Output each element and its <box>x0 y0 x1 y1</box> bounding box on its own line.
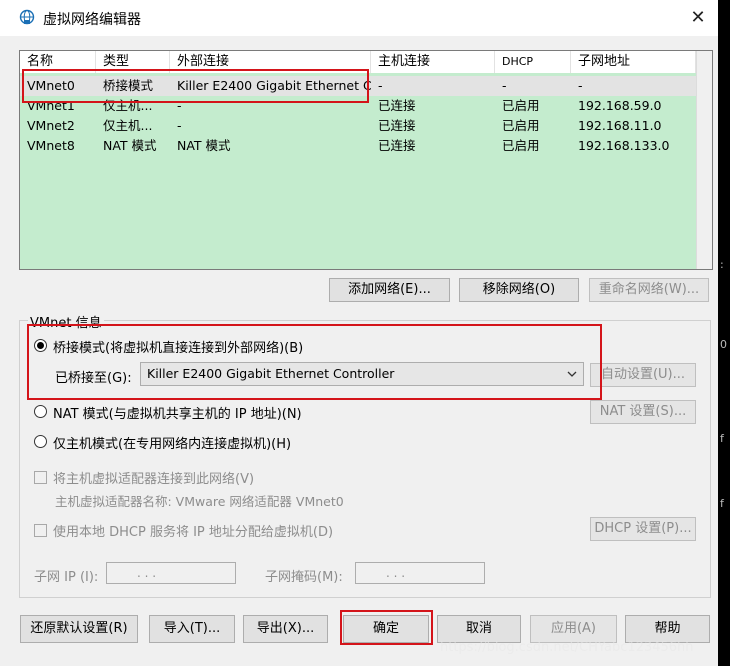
connect-adapter-label[interactable]: 将主机虚拟适配器连接到此网络(V) <box>53 468 254 487</box>
cell-host: 已连接 <box>378 138 416 153</box>
table-row[interactable]: VMnet8 NAT 模式 NAT 模式 已连接 已启用 192.168.133… <box>20 136 696 156</box>
dialog-window: 虚拟网络编辑器 ✕ 名称 类型 外部连接 主机连接 DHCP 子网地址 VMne… <box>0 0 718 666</box>
cell-type: NAT 模式 <box>103 138 157 153</box>
import-button[interactable]: 导入(T)... <box>149 615 235 643</box>
col-host[interactable]: 主机连接 <box>371 51 495 73</box>
cell-type: 仅主机... <box>103 118 153 133</box>
dhcp-settings-button[interactable]: DHCP 设置(P)... <box>590 517 696 541</box>
nat-radio[interactable] <box>34 405 47 418</box>
restore-defaults-button[interactable]: 还原默认设置(R) <box>20 615 138 643</box>
cell-name: VMnet2 <box>27 118 75 133</box>
window-title: 虚拟网络编辑器 <box>43 12 141 28</box>
network-globe-icon <box>19 9 35 25</box>
cell-dhcp: - <box>502 78 507 93</box>
cell-subnet: 192.168.11.0 <box>578 118 662 133</box>
cell-external: - <box>177 118 182 133</box>
col-dhcp[interactable]: DHCP <box>495 51 571 73</box>
subnet-mask-field[interactable]: . . . <box>355 562 485 584</box>
cell-subnet: - <box>578 78 583 93</box>
close-icon[interactable]: ✕ <box>686 6 710 30</box>
cell-dhcp: 已启用 <box>502 138 540 153</box>
cell-subnet: 192.168.133.0 <box>578 138 670 153</box>
table-row[interactable]: VMnet2 仅主机... - 已连接 已启用 192.168.11.0 <box>20 116 696 136</box>
cancel-button[interactable]: 取消 <box>437 615 521 643</box>
use-dhcp-label[interactable]: 使用本地 DHCP 服务将 IP 地址分配给虚拟机(D) <box>53 521 333 540</box>
subnet-ip-label: 子网 IP (I): <box>34 570 99 585</box>
edge-char: f <box>720 497 724 510</box>
cell-host: - <box>378 78 383 93</box>
title-bar: 虚拟网络编辑器 ✕ <box>0 0 718 36</box>
subnet-mask-label: 子网掩码(M): <box>265 570 343 585</box>
auto-settings-button[interactable]: 自动设置(U)... <box>590 363 696 387</box>
cell-external: NAT 模式 <box>177 138 231 153</box>
cell-subnet: 192.168.59.0 <box>578 98 662 113</box>
export-button[interactable]: 导出(X)... <box>243 615 328 643</box>
adapter-name-text: 主机虚拟适配器名称: VMware 网络适配器 VMnet0 <box>55 494 344 509</box>
watermark-text: https://blog.csdn.net/CHYabc123456hh <box>440 640 694 655</box>
cell-name: VMnet8 <box>27 138 75 153</box>
rename-network-button[interactable]: 重命名网络(W)... <box>589 278 709 302</box>
edge-char: 0 <box>720 338 727 351</box>
hostonly-radio[interactable] <box>34 435 47 448</box>
highlight-box-ok <box>340 610 433 645</box>
nat-label[interactable]: NAT 模式(与虚拟机共享主机的 IP 地址)(N) <box>53 403 302 422</box>
edge-char: f <box>720 432 724 445</box>
cell-dhcp: 已启用 <box>502 118 540 133</box>
hostonly-label[interactable]: 仅主机模式(在专用网络内连接虚拟机)(H) <box>53 433 291 452</box>
apply-button[interactable]: 应用(A) <box>530 615 617 643</box>
nat-settings-button[interactable]: NAT 设置(S)... <box>590 400 696 424</box>
cell-dhcp: 已启用 <box>502 98 540 113</box>
highlight-box-vmnet0 <box>22 69 369 103</box>
connect-adapter-checkbox[interactable] <box>34 471 47 484</box>
edge-char: : <box>720 258 724 271</box>
remove-network-button[interactable]: 移除网络(O) <box>459 278 579 302</box>
use-dhcp-checkbox[interactable] <box>34 524 47 537</box>
cell-host: 已连接 <box>378 118 416 133</box>
subnet-ip-field[interactable]: . . . <box>106 562 236 584</box>
col-subnet[interactable]: 子网地址 <box>571 51 696 73</box>
cell-host: 已连接 <box>378 98 416 113</box>
help-button[interactable]: 帮助 <box>625 615 710 643</box>
highlight-box-bridged <box>27 324 602 400</box>
table-scrollbar[interactable] <box>696 51 712 269</box>
add-network-button[interactable]: 添加网络(E)... <box>329 278 450 302</box>
